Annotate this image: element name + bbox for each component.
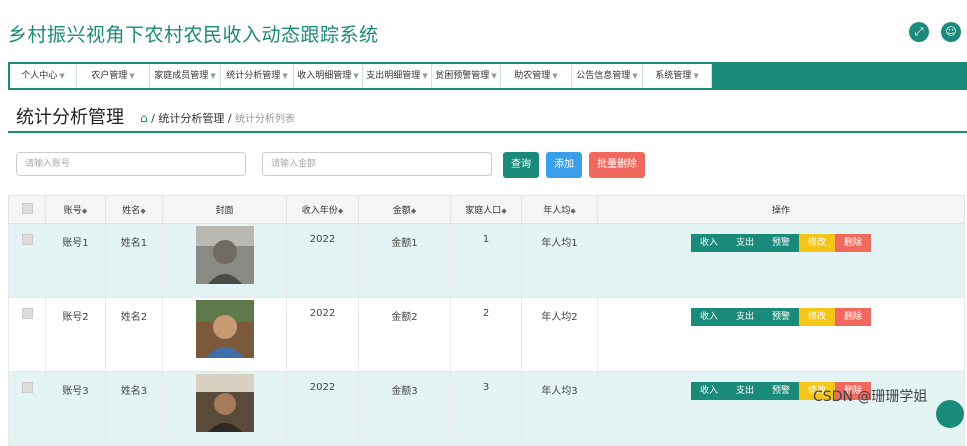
breadcrumb-current: 统计分析列表 <box>235 114 296 125</box>
actions-cell: 收入 支出 预警 修改 删除 <box>597 223 965 298</box>
actions-cell: 收入 支出 预警 修改 删除 <box>597 371 965 446</box>
col-amount[interactable]: 金额◆ <box>358 195 451 224</box>
cover-cell <box>162 297 287 372</box>
amount-search-input[interactable] <box>262 152 492 176</box>
nav-item-system[interactable]: 系统管理 ▼ <box>643 64 712 88</box>
expense-button[interactable]: 支出 <box>727 308 763 326</box>
expense-button[interactable]: 支出 <box>727 234 763 252</box>
expense-button[interactable]: 支出 <box>727 382 763 400</box>
nav-item-income[interactable]: 收入明细管理 ▼ <box>294 64 363 88</box>
col-year[interactable]: 收入年份◆ <box>286 195 359 224</box>
cover-photo[interactable] <box>195 226 254 284</box>
cover-cell <box>162 223 287 298</box>
edit-button[interactable]: 修改 <box>799 234 835 252</box>
nav-item-notice[interactable]: 公告信息管理 ▼ <box>572 64 643 88</box>
cover-photo[interactable] <box>195 374 254 432</box>
main-nav: 个人中心 ▼ 农户管理 ▼ 家庭成员管理 ▼ 统计分析管理 ▼ 收入明细管理 ▼ 支出明细… <box>8 62 967 90</box>
top-header: 乡村振兴视角下农村农民收入动态跟踪系统 ⤢ ☺ <box>0 0 967 62</box>
app-title: 乡村振兴视角下农村农民收入动态跟踪系统 <box>8 24 379 46</box>
breadcrumb: ⌂ / 统计分析管理 / 统计分析列表 <box>140 111 296 125</box>
sort-icon: ◆ <box>570 207 576 215</box>
edit-button[interactable]: 修改 <box>799 308 835 326</box>
expand-icon[interactable]: ⤢ <box>909 22 929 42</box>
home-icon[interactable]: ⌂ <box>140 111 148 125</box>
sort-icon: ◆ <box>81 207 88 215</box>
col-cover: 封面 <box>162 195 287 224</box>
title-divider <box>8 131 967 133</box>
nav-item-aid[interactable]: 助农管理 ▼ <box>501 64 572 88</box>
watermark: CSDN @珊珊学姐 <box>813 389 928 405</box>
row-checkbox[interactable] <box>8 371 46 446</box>
query-button[interactable]: 查询 <box>503 152 539 178</box>
table-row: 账号1 姓名1 2022 金额1 1 年人均1 收入 支出 预警 修改 删除 <box>8 223 965 298</box>
income-button[interactable]: 收入 <box>691 382 727 400</box>
user-icon[interactable]: ☺ <box>941 22 961 42</box>
table-header-row: 账号◆ 姓名◆ 封面 收入年份◆ 金额◆ 家庭人口◆ 年人均◆ 操作 <box>8 195 965 224</box>
add-button[interactable]: 添加 <box>546 152 582 178</box>
delete-button[interactable]: 删除 <box>835 308 871 326</box>
cover-cell <box>162 371 287 446</box>
income-button[interactable]: 收入 <box>691 308 727 326</box>
col-population[interactable]: 家庭人口◆ <box>450 195 522 224</box>
warning-button[interactable]: 预警 <box>763 308 799 326</box>
table-row: 账号3 姓名3 2022 金额3 3 年人均3 收入 支出 预警 修改 删除 <box>8 371 965 446</box>
table-row: 账号2 姓名2 2022 金额2 2 年人均2 收入 支出 预警 修改 删除 <box>8 297 965 372</box>
select-all-checkbox[interactable] <box>8 195 46 224</box>
sort-icon: ◆ <box>501 207 507 215</box>
page-title: 统计分析管理 <box>16 107 124 128</box>
batch-delete-button[interactable]: 批量删除 <box>589 152 645 178</box>
nav-item-expense[interactable]: 支出明细管理 ▼ <box>363 64 432 88</box>
sort-icon: ◆ <box>140 207 146 215</box>
cover-photo[interactable] <box>195 300 254 358</box>
col-actions: 操作 <box>597 195 965 224</box>
row-checkbox[interactable] <box>8 223 46 298</box>
nav-item-stats[interactable]: 统计分析管理 ▼ <box>221 64 294 88</box>
nav-item-farmer[interactable]: 农户管理 ▼ <box>77 64 150 88</box>
nav-item-family[interactable]: 家庭成员管理 ▼ <box>150 64 221 88</box>
nav-item-poverty[interactable]: 贫困预警管理 ▼ <box>432 64 501 88</box>
col-name[interactable]: 姓名◆ <box>105 195 163 224</box>
warning-button[interactable]: 预警 <box>763 382 799 400</box>
col-account[interactable]: 账号◆ <box>45 195 106 224</box>
actions-cell: 收入 支出 预警 修改 删除 <box>597 297 965 372</box>
nav-item-personal[interactable]: 个人中心 ▼ <box>10 64 77 88</box>
sort-icon: ◆ <box>337 207 344 215</box>
row-checkbox[interactable] <box>8 297 46 372</box>
breadcrumb-parent[interactable]: 统计分析管理 <box>158 112 224 125</box>
stats-table: 账号◆ 姓名◆ 封面 收入年份◆ 金额◆ 家庭人口◆ 年人均◆ 操作 账号1 姓… <box>8 195 965 446</box>
account-search-input[interactable] <box>16 152 246 176</box>
income-button[interactable]: 收入 <box>691 234 727 252</box>
scroll-top-button[interactable] <box>936 400 964 428</box>
warning-button[interactable]: 预警 <box>763 234 799 252</box>
col-per-capita[interactable]: 年人均◆ <box>521 195 598 224</box>
delete-button[interactable]: 删除 <box>835 234 871 252</box>
sort-icon: ◆ <box>410 207 417 215</box>
